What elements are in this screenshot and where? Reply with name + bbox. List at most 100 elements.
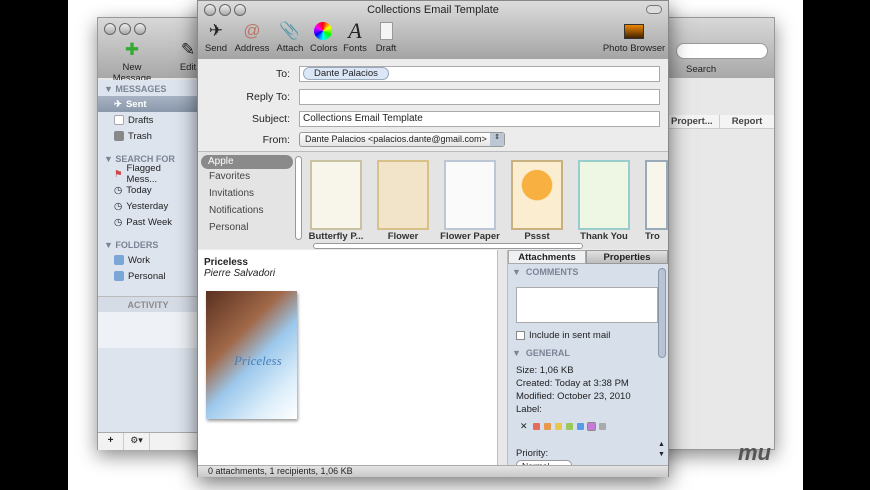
send-button[interactable]: ✈ Send — [204, 21, 228, 54]
attach-button[interactable]: 📎 Attach — [276, 21, 304, 54]
category-favorites[interactable]: Favorites — [201, 169, 293, 186]
category-notifications[interactable]: Notifications — [201, 203, 293, 220]
reply-to-field[interactable] — [299, 89, 660, 105]
label-color-picker: ✕ — [520, 421, 610, 432]
window-controls[interactable] — [104, 23, 149, 38]
template-scrollbar[interactable] — [313, 243, 583, 249]
label-color-swatch[interactable] — [532, 423, 540, 430]
search-input[interactable] — [676, 43, 768, 59]
size-text: Size: 1,06 KB — [516, 365, 574, 376]
no-label-icon[interactable]: ✕ — [520, 421, 528, 432]
to-field[interactable]: Dante Palacios — [299, 66, 660, 82]
fonts-button[interactable]: A Fonts — [342, 18, 368, 54]
trash-icon — [114, 131, 124, 141]
send-icon: ✈ — [208, 21, 224, 40]
address-button[interactable]: @ Address — [234, 21, 270, 54]
body-title: Priceless — [204, 257, 248, 268]
search-label: Search — [686, 64, 717, 75]
new-message-button[interactable]: ✚ New Message — [102, 40, 162, 84]
column-properties[interactable]: Propert... — [668, 115, 720, 128]
photo-browser-button[interactable]: Photo Browser — [602, 21, 666, 54]
template-tro[interactable] — [645, 160, 668, 230]
compose-window: Collections Email Template ✈ Send @ Addres… — [197, 0, 669, 477]
window-title: Collections Email Template — [367, 4, 499, 16]
to-label: To: — [275, 68, 290, 80]
subject-field[interactable]: Collections Email Template — [299, 111, 660, 127]
fonts-icon: A — [348, 18, 362, 43]
template-butterfly[interactable] — [310, 160, 362, 230]
scroll-arrows-icon[interactable]: ▲ ▼ — [658, 440, 665, 460]
section-folders: ▼ FOLDERS — [104, 240, 159, 250]
draft-icon — [114, 115, 124, 125]
sidebar-item-past-week[interactable]: ◷ Past Week — [98, 214, 198, 230]
folder-icon — [114, 255, 124, 265]
label-color-swatch[interactable] — [543, 423, 551, 430]
stationery-browser: Apple Favorites Invitations Notification… — [198, 151, 668, 249]
template-flower-paper[interactable] — [444, 160, 496, 230]
inspector-scrollbar[interactable] — [658, 268, 666, 358]
modified-text: Modified: October 23, 2010 — [516, 391, 631, 402]
priority-label: Priority: — [516, 448, 549, 459]
sidebar-item-personal[interactable]: Personal — [98, 268, 198, 284]
sidebar: ▼ MESSAGES ✈ Sent Drafts Trash ▼ SEARCH F… — [98, 80, 198, 432]
category-invitations[interactable]: Invitations — [201, 186, 293, 203]
general-header: ▼ GENERAL — [512, 348, 570, 358]
sidebar-item-trash[interactable]: Trash — [98, 128, 198, 144]
subject-label: Subject: — [252, 113, 290, 125]
column-report[interactable]: Report — [720, 115, 774, 128]
tab-properties[interactable]: Properties — [586, 250, 668, 264]
gear-menu-button[interactable]: ⚙▾ — [124, 433, 150, 450]
watermark-logo: mu — [738, 440, 771, 465]
label-color-swatch[interactable] — [565, 423, 573, 430]
inspector-panel: Attachments Properties ▼ COMMENTS Includ… — [508, 250, 668, 465]
add-button[interactable]: + — [98, 433, 124, 450]
draft-icon — [375, 21, 397, 41]
message-body[interactable]: Priceless Pierre Salvadori Priceless — [198, 250, 498, 465]
sidebar-item-work[interactable]: Work — [98, 252, 198, 268]
folder-icon — [114, 271, 124, 281]
clock-icon: ◷ — [114, 216, 123, 228]
label-color-swatch[interactable] — [554, 423, 562, 430]
select-arrows-icon: ⇕ — [490, 133, 504, 146]
sidebar-item-sent[interactable]: ✈ Sent — [98, 96, 198, 112]
label-color-swatch[interactable] — [576, 423, 584, 430]
template-pssst[interactable] — [511, 160, 563, 230]
section-messages: ▼ MESSAGES — [104, 84, 167, 94]
clock-icon: ◷ — [114, 200, 123, 212]
activity-header: ACTIVITY — [98, 296, 198, 312]
label-color-swatch[interactable] — [586, 422, 596, 431]
label-color-swatch[interactable] — [598, 423, 606, 430]
sidebar-item-flagged[interactable]: ⚑ Flagged Mess... — [98, 163, 198, 185]
status-bar: 0 attachments, 1 recipients, 1,06 KB — [198, 465, 668, 477]
tab-attachments[interactable]: Attachments — [508, 250, 586, 264]
category-personal[interactable]: Personal — [201, 220, 293, 237]
draft-button[interactable]: Draft — [374, 21, 398, 54]
recipient-token[interactable]: Dante Palacios — [303, 67, 389, 80]
category-scrollbar[interactable] — [295, 156, 302, 240]
clock-icon: ◷ — [114, 184, 123, 196]
reply-to-label: Reply To: — [246, 91, 290, 103]
photo-browser-icon — [623, 21, 645, 41]
body-author: Pierre Salvadori — [204, 268, 276, 279]
movie-poster-image: Priceless — [206, 291, 297, 419]
sidebar-item-drafts[interactable]: Drafts — [98, 112, 198, 128]
label-text: Label: — [516, 404, 542, 415]
color-wheel-icon — [312, 21, 334, 41]
category-apple[interactable]: Apple — [201, 155, 293, 169]
flag-icon: ⚑ — [114, 168, 123, 180]
template-flower[interactable] — [377, 160, 429, 230]
splitter[interactable] — [498, 250, 508, 465]
template-thank-you[interactable] — [578, 160, 630, 230]
comments-header: ▼ COMMENTS — [512, 267, 579, 277]
include-in-sent-mail-checkbox[interactable]: Include in sent mail — [516, 330, 610, 341]
colors-button[interactable]: Colors — [310, 21, 337, 54]
toolbar-toggle-button[interactable] — [646, 5, 662, 14]
paperclip-icon: 📎 — [279, 21, 301, 40]
comments-field[interactable] — [516, 287, 658, 323]
sent-icon: ✈ — [114, 98, 122, 110]
from-label: From: — [262, 134, 290, 146]
sidebar-item-yesterday[interactable]: ◷ Yesterday — [98, 198, 198, 214]
new-message-icon: ✚ — [124, 40, 140, 59]
from-select[interactable]: Dante Palacios <palacios.dante@gmail.com… — [299, 132, 505, 147]
created-text: Created: Today at 3:38 PM — [516, 378, 629, 389]
